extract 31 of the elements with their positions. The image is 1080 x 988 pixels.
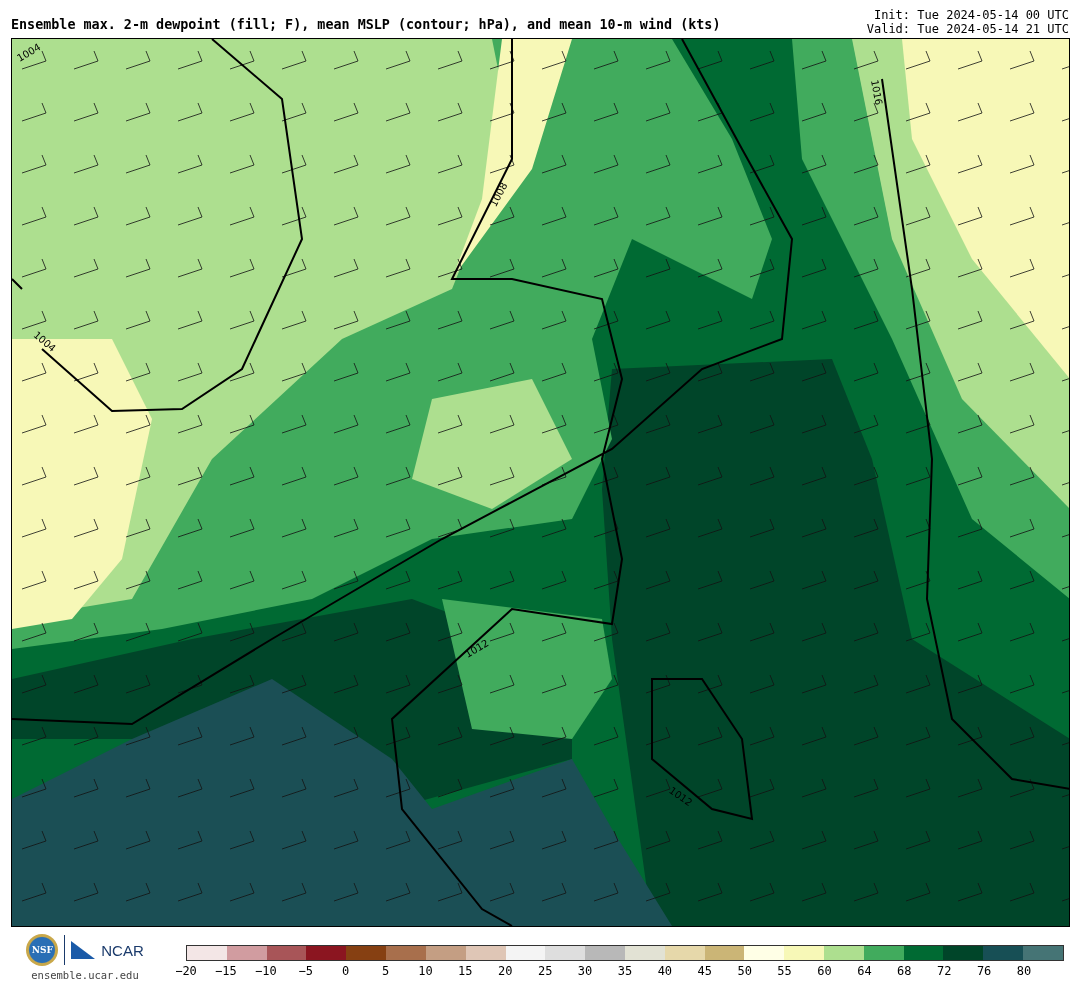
- colorbar-tick-label: 40: [657, 964, 673, 978]
- colorbar-tick-label: 80: [1016, 964, 1032, 978]
- colorbar-tick-label: 10: [418, 964, 433, 978]
- chart-title: Ensemble max. 2-m dewpoint (fill; F), mean MSLP (contour; hPa), and mean 10-m wind (kts): [11, 17, 721, 34]
- site-url: ensemble.ucar.edu: [31, 969, 139, 981]
- colorbar-tick-label: 20: [498, 964, 513, 978]
- colorbar-tick-label: 76: [976, 964, 992, 978]
- colorbar-tick-label: 68: [897, 964, 912, 978]
- colorbar-tick-label: −5: [298, 964, 313, 978]
- nsf-logo: NSF: [26, 934, 59, 966]
- contour-label: 1008: [487, 180, 510, 209]
- colorbar-tick-label: 15: [458, 964, 473, 978]
- colorbar-tick-label: 30: [577, 964, 593, 978]
- colorbar-tick-label: −10: [254, 964, 277, 978]
- colorbar-tick-label: 45: [697, 964, 712, 978]
- valid-time: Valid: Tue 2024-05-14 21 UTC: [866, 22, 1069, 36]
- colorbar-tick-label: −20: [175, 964, 197, 978]
- colorbar-tick-label: 35: [617, 964, 633, 978]
- ncar-logo: NCAR: [101, 941, 144, 959]
- init-time: Init: Tue 2024-05-14 00 UTC: [873, 8, 1069, 22]
- colorbar-tick-label: 55: [777, 964, 792, 978]
- colorbar-tick-label: 60: [817, 964, 832, 978]
- colorbar-tick-label: −15: [215, 964, 237, 978]
- colorbar-tick-label: 64: [857, 964, 872, 978]
- colorbar-tick-label: 50: [737, 964, 752, 978]
- colorbar-tick-label: 5: [381, 964, 390, 978]
- colorbar-tick-label: 72: [937, 964, 952, 978]
- ncar-logo-icon: [71, 941, 96, 959]
- contour-label: 1016: [869, 79, 885, 106]
- colorbar-tick-label: 0: [342, 964, 350, 978]
- colorbar-tick-label: 25: [537, 964, 553, 978]
